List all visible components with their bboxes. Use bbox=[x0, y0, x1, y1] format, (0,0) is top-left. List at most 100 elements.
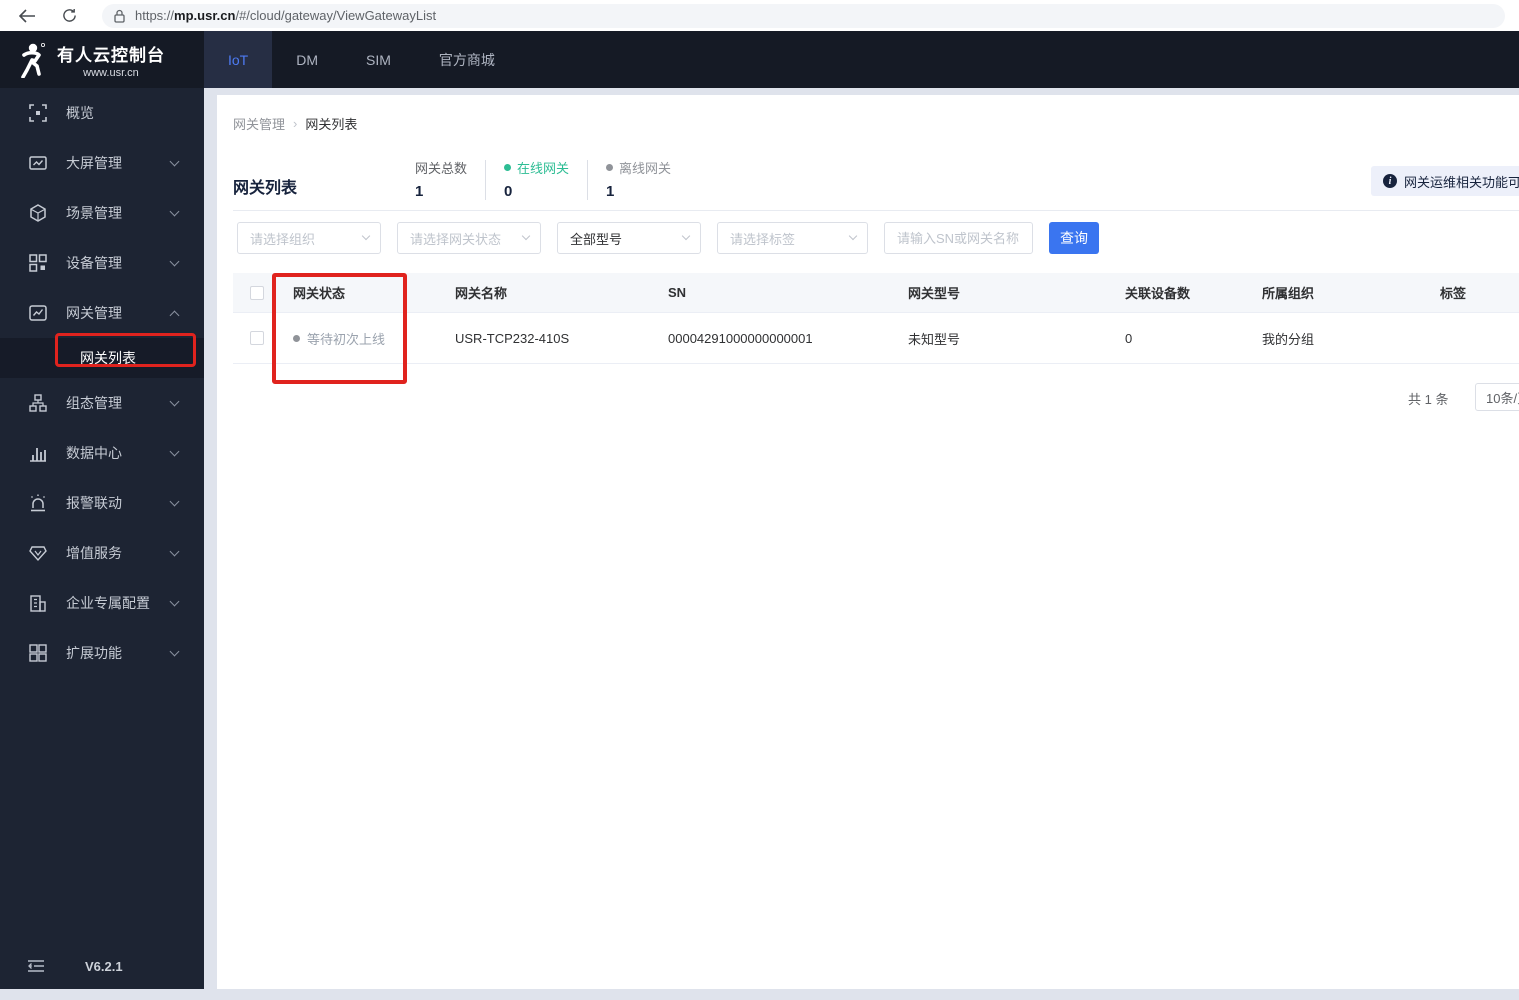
col-gateway-status: 网关状态 bbox=[293, 286, 346, 301]
gem-shield-icon bbox=[28, 544, 47, 563]
app-subtitle: www.usr.cn bbox=[83, 66, 139, 79]
sidebar-item-label: 概览 bbox=[66, 105, 94, 121]
tag-select-placeholder: 请选择标签 bbox=[730, 231, 796, 247]
sidebar-item-label: 报警联动 bbox=[66, 495, 122, 511]
sidebar-item-scada-mgmt[interactable]: 组态管理 bbox=[0, 378, 204, 428]
version-label: V6.2.1 bbox=[85, 958, 123, 974]
stat-online-value: 0 bbox=[504, 183, 513, 200]
sidebar-item-device-mgmt[interactable]: 设备管理 bbox=[0, 238, 204, 288]
big-screen-icon bbox=[28, 154, 47, 173]
sidebar-subitem-label: 网关列表 bbox=[80, 350, 136, 366]
total-count-label: 共 1 条 bbox=[1408, 392, 1449, 407]
tab-dm[interactable]: DM bbox=[272, 31, 342, 88]
chevron-down-icon bbox=[848, 231, 858, 241]
sidebar-item-scene-mgmt[interactable]: 场景管理 bbox=[0, 188, 204, 238]
content-panel: 网关管理 › 网关列表 网关列表 网关总数 1 在线网关 0 离线网关 1 i … bbox=[217, 95, 1519, 989]
sidebar-item-enterprise-config[interactable]: 企业专属配置 bbox=[0, 578, 204, 628]
chevron-down-icon bbox=[521, 231, 531, 241]
browser-back-button[interactable] bbox=[12, 3, 42, 29]
extensions-grid-icon bbox=[28, 644, 47, 663]
sidebar-subitem-gateway-list[interactable]: 网关列表 bbox=[0, 338, 204, 378]
chevron-down-icon bbox=[681, 231, 691, 241]
pagination: 共 1 条 10条/页 bbox=[233, 382, 1519, 412]
cell-device-count: 0 bbox=[1125, 330, 1133, 346]
cell-gateway-name: USR-TCP232-410S bbox=[455, 330, 570, 346]
sidebar-item-extensions[interactable]: 扩展功能 bbox=[0, 628, 204, 678]
breadcrumb-parent[interactable]: 网关管理 bbox=[233, 114, 285, 133]
model-select-value: 全部型号 bbox=[570, 231, 623, 247]
status-dot-icon bbox=[293, 334, 300, 342]
gateway-status-select[interactable]: 请选择网关状态 bbox=[397, 222, 541, 254]
model-select[interactable]: 全部型号 bbox=[557, 222, 701, 254]
section-divider bbox=[233, 210, 1519, 211]
overview-icon bbox=[28, 104, 47, 123]
ops-notice-banner[interactable]: i 网关运维相关功能可 bbox=[1371, 166, 1519, 196]
chevron-down-icon bbox=[169, 446, 180, 457]
tab-sim[interactable]: SIM bbox=[342, 31, 415, 88]
sidebar-item-label: 大屏管理 bbox=[66, 155, 122, 171]
col-sn: SN bbox=[668, 285, 687, 300]
breadcrumb: 网关管理 › 网关列表 bbox=[233, 114, 357, 133]
tag-select[interactable]: 请选择标签 bbox=[717, 222, 868, 254]
sidebar-item-overview[interactable]: 概览 bbox=[0, 88, 204, 138]
page-size-select[interactable]: 10条/页 bbox=[1475, 383, 1519, 411]
cell-gateway-status: 等待初次上线 bbox=[307, 331, 386, 347]
row-checkbox[interactable] bbox=[250, 331, 264, 345]
sidebar-item-label: 设备管理 bbox=[66, 255, 122, 271]
browser-refresh-button[interactable] bbox=[54, 3, 84, 29]
col-device-count: 关联设备数 bbox=[1125, 286, 1191, 301]
sidebar-item-label: 组态管理 bbox=[66, 395, 122, 411]
sidebar-item-label: 增值服务 bbox=[66, 545, 122, 561]
online-dot-icon bbox=[504, 164, 512, 171]
chevron-down-icon bbox=[169, 596, 180, 607]
table-row[interactable]: 等待初次上线 USR-TCP232-410S 00004291000000000… bbox=[233, 313, 1519, 364]
table-header-row: 网关状态 网关名称 SN 网关型号 关联设备数 所属组织 标签 bbox=[233, 273, 1519, 313]
breadcrumb-current: 网关列表 bbox=[305, 117, 358, 132]
gateway-chart-icon bbox=[28, 304, 47, 323]
chevron-down-icon bbox=[169, 206, 180, 217]
sn-search-input[interactable] bbox=[884, 222, 1033, 254]
address-bar[interactable]: https://mp.usr.cn/#/cloud/gateway/ViewGa… bbox=[102, 3, 1505, 28]
sidebar-item-alarm-linkage[interactable]: 报警联动 bbox=[0, 478, 204, 528]
stat-total: 网关总数 1 bbox=[397, 158, 485, 200]
sidebar-collapse-icon[interactable] bbox=[28, 960, 44, 972]
bar-chart-icon bbox=[28, 444, 47, 463]
sidebar-item-value-added[interactable]: 增值服务 bbox=[0, 528, 204, 578]
org-select[interactable]: 请选择组织 bbox=[237, 222, 381, 254]
offline-dot-icon bbox=[606, 164, 614, 171]
col-tag: 标签 bbox=[1440, 286, 1467, 301]
sidebar-item-data-center[interactable]: 数据中心 bbox=[0, 428, 204, 478]
chevron-down-icon bbox=[169, 256, 180, 267]
app-title: 有人云控制台 bbox=[57, 45, 165, 65]
tab-official-store[interactable]: 官方商城 bbox=[415, 31, 519, 88]
alarm-siren-icon bbox=[28, 494, 47, 513]
select-all-checkbox[interactable] bbox=[250, 285, 264, 300]
tab-iot[interactable]: IoT bbox=[204, 31, 273, 88]
col-org: 所属组织 bbox=[1262, 286, 1315, 301]
chevron-down-icon bbox=[169, 496, 180, 507]
query-button[interactable]: 查询 bbox=[1049, 222, 1099, 254]
chevron-down-icon bbox=[169, 646, 180, 657]
url-text: https://mp.usr.cn/#/cloud/gateway/ViewGa… bbox=[135, 8, 437, 23]
building-icon bbox=[28, 594, 47, 613]
chevron-up-icon bbox=[169, 310, 180, 320]
sidebar: 概览 大屏管理 场景管理 设备管理 网关管理 网关列表 组态管理 数据中心 报警… bbox=[0, 88, 204, 989]
sidebar-item-gateway-mgmt[interactable]: 网关管理 bbox=[0, 288, 204, 338]
cell-sn: 00004291000000000001 bbox=[668, 330, 813, 346]
logo[interactable]: 有人云控制台 www.usr.cn bbox=[0, 31, 204, 88]
status-select-placeholder: 请选择网关状态 bbox=[410, 231, 502, 247]
sidebar-item-screen-mgmt[interactable]: 大屏管理 bbox=[0, 138, 204, 188]
device-grid-icon bbox=[28, 254, 47, 273]
gateway-table: 网关状态 网关名称 SN 网关型号 关联设备数 所属组织 标签 等待初次上线 U… bbox=[233, 273, 1519, 364]
col-gateway-name: 网关名称 bbox=[455, 286, 508, 301]
filter-bar: 请选择组织 请选择网关状态 全部型号 请选择标签 查询 bbox=[237, 222, 1099, 254]
lock-icon bbox=[114, 9, 125, 23]
browser-bar: https://mp.usr.cn/#/cloud/gateway/ViewGa… bbox=[0, 0, 1519, 31]
notice-text: 网关运维相关功能可 bbox=[1404, 174, 1519, 190]
cell-org: 我的分组 bbox=[1262, 331, 1315, 347]
gateway-stats: 网关总数 1 在线网关 0 离线网关 1 bbox=[397, 158, 689, 200]
app-header: 有人云控制台 www.usr.cn IoT DM SIM 官方商城 bbox=[0, 31, 1519, 88]
sidebar-item-label: 场景管理 bbox=[66, 205, 122, 221]
page-title: 网关列表 bbox=[233, 180, 298, 197]
chevron-down-icon bbox=[361, 231, 371, 241]
